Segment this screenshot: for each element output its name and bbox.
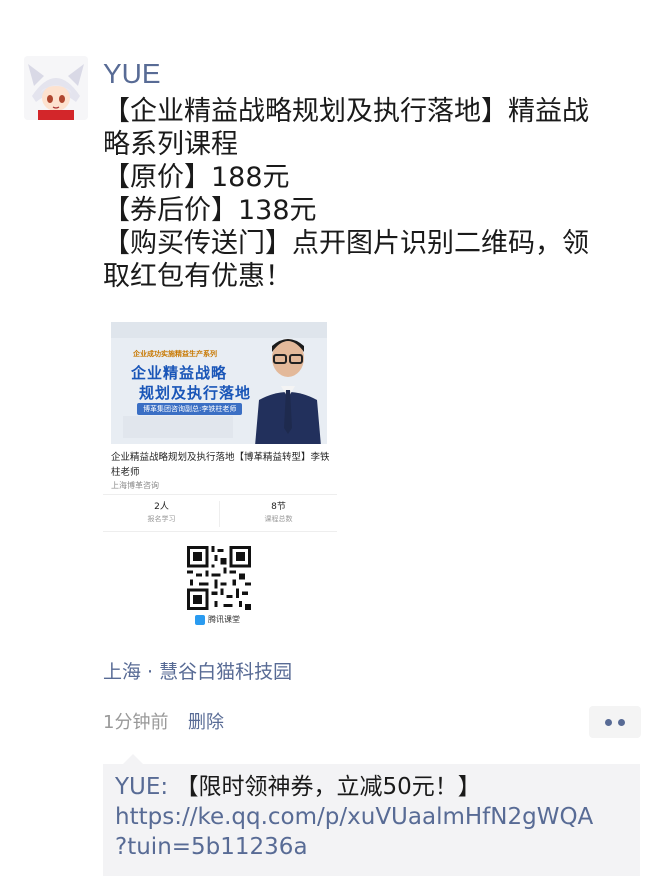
post-text-line: 略系列课程 [103, 129, 238, 160]
banner-subtitle: 博革集团咨询副总:李铁柱老师 [137, 403, 243, 415]
brand-label: 腾讯课堂 [208, 615, 240, 624]
post-author-name[interactable]: YUE [103, 58, 161, 90]
post-time: 1分钟前 [103, 712, 169, 733]
delete-button[interactable]: 删除 [188, 708, 224, 734]
qr-code-icon [187, 546, 251, 610]
stat-enrolled: 2人 报名学习 [103, 499, 220, 524]
post-text-line: 【原价】188元 [103, 162, 290, 193]
banner-title: 规划及执行落地 [139, 384, 252, 402]
banner-series: 企业成功实施精益生产系列 [133, 350, 217, 358]
comment-text: 【限时领神券，立减50元！】 [168, 774, 481, 800]
banner-title: 企业精益战略 [131, 364, 228, 382]
post-text: 【企业精益战略规划及执行落地】精益战 略系列课程 【原价】188元 【券后价】1… [103, 95, 623, 293]
stat-value: 8节 [271, 502, 286, 512]
post-text-line: 取红包有优惠！ [103, 261, 292, 292]
more-dots-icon[interactable] [589, 706, 641, 738]
comment-link[interactable]: https://ke.qq.com/p/xuVUaalmHfN2gWQA [115, 804, 593, 830]
comment-link[interactable]: ?tuin=5b11236a [115, 834, 308, 860]
post-text-line: 【券后价】138元 [103, 195, 317, 226]
comment-author[interactable]: YUE: [115, 774, 168, 800]
course-banner: 企业成功实施精益生产系列 企业精益战略 规划及执行落地 博革集团咨询副总:李铁柱… [111, 322, 327, 444]
tencent-classroom-brand: 腾讯课堂 [195, 614, 240, 625]
tencent-classroom-icon [195, 614, 205, 625]
avatar[interactable] [24, 56, 88, 120]
dot [605, 719, 612, 726]
stat-value: 2人 [154, 502, 169, 512]
course-organization: 上海博革咨询 [111, 481, 159, 490]
course-title: 企业精益战略规划及执行落地【博革精益转型】李铁柱老师 [111, 452, 330, 478]
comment[interactable]: YUE: 【限时领神券，立减50元！】 https://ke.qq.com/p/… [115, 772, 630, 862]
stat-lessons: 8节 课程总数 [220, 499, 337, 524]
dot [618, 719, 625, 726]
anime-avatar-icon [24, 56, 88, 120]
shared-course-image[interactable]: 企业成功实施精益生产系列 企业精益战略 规划及执行落地 博革集团咨询副总:李铁柱… [103, 318, 337, 650]
stat-label: 报名学习 [147, 515, 176, 523]
instructor-photo [255, 339, 321, 444]
post-text-line: 【企业精益战略规划及执行落地】精益战 [103, 96, 589, 127]
stat-label: 课程总数 [264, 515, 293, 523]
comment-area: YUE: 【限时领神券，立减50元！】 https://ke.qq.com/p/… [103, 754, 640, 876]
post-text-line: 【购买传送门】点开图片识别二维码，领 [103, 228, 589, 259]
course-stats: 2人 报名学习 8节 课程总数 [103, 494, 337, 532]
post-location[interactable]: 上海 · 慧谷白猫科技园 [103, 657, 292, 684]
